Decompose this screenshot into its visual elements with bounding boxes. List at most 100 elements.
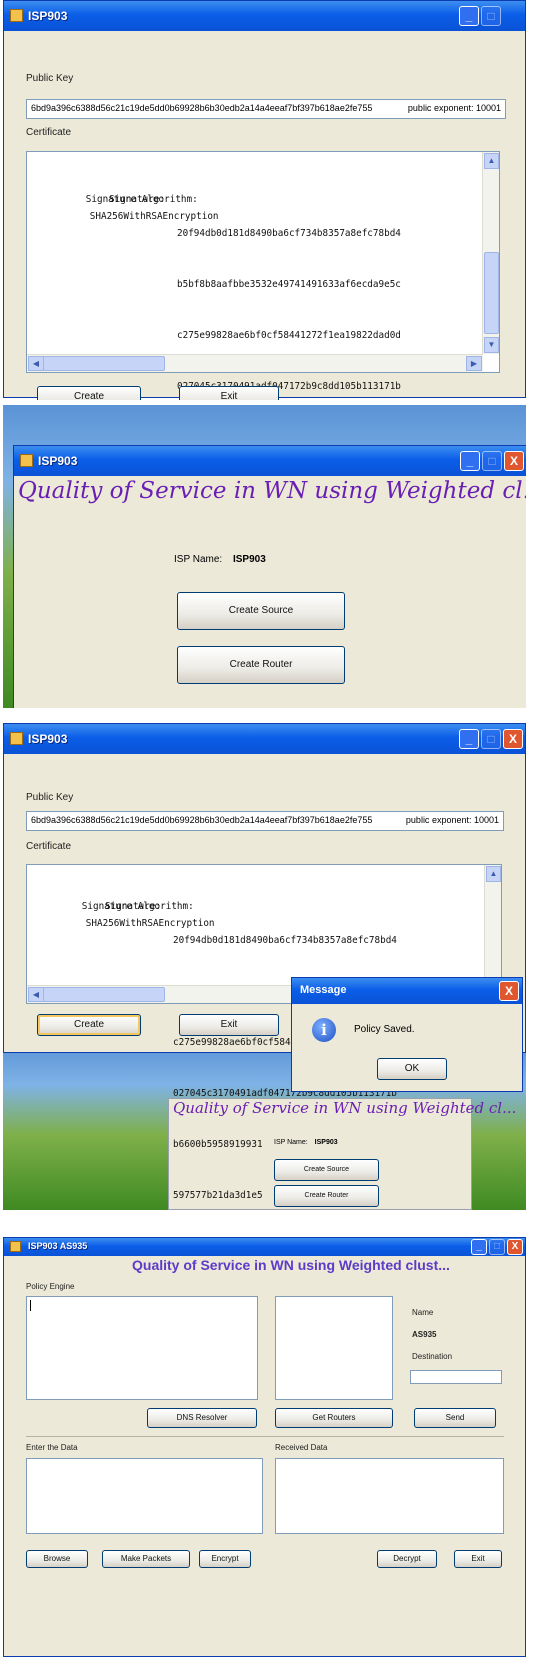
dialog-close-button[interactable]: X — [499, 981, 519, 1001]
scroll-left-arrow-icon[interactable]: ◀ — [28, 356, 44, 371]
encrypt-button[interactable]: Encrypt — [199, 1550, 251, 1568]
signature-line: 20f94db0d181d8490ba6cf734b8357a8efc78bd4 — [177, 228, 401, 239]
info-icon: i — [312, 1018, 336, 1042]
section-divider — [26, 1436, 504, 1437]
public-key-field[interactable]: 6bd9a396c6388d56c21c19de5dd0b69928b6b30e… — [26, 99, 506, 119]
browse-button[interactable]: Browse — [26, 1550, 88, 1568]
app-heading: Quality of Service in WN using Weighted … — [132, 1257, 450, 1273]
isp-name-row: ISP Name: ISP903 — [174, 554, 266, 565]
isp-window-panel: ISP903 _ □ X Quality of Service in WN us… — [3, 405, 526, 708]
exit-button[interactable]: Exit — [179, 1014, 279, 1036]
public-key-value: 6bd9a396c6388d56c21c19de5dd0b69928b6b30e… — [31, 103, 373, 113]
vertical-scrollbar[interactable]: ▲ ▼ — [482, 152, 499, 354]
maximize-button[interactable]: □ — [489, 1239, 505, 1255]
make-packets-button[interactable]: Make Packets — [102, 1550, 190, 1568]
destination-label: Destination — [412, 1352, 453, 1361]
dialog-title-bar: Message X — [292, 978, 522, 1004]
dns-resolver-button[interactable]: DNS Resolver — [147, 1408, 257, 1428]
name-label: Name — [412, 1308, 434, 1317]
scroll-down-arrow-icon[interactable]: ▼ — [484, 337, 499, 353]
title-bar: ISP903 _ □ X — [14, 446, 526, 476]
vertical-scrollbar[interactable]: ▲ — [484, 865, 501, 985]
exit-button[interactable]: Exit — [179, 386, 279, 400]
create-router-button[interactable]: Create Router — [177, 646, 345, 684]
public-key-label: Public Key — [26, 792, 74, 803]
signature-label: Signature: — [105, 901, 161, 912]
policy-engine-label: Policy Engine — [26, 1282, 75, 1291]
public-key-value: 6bd9a396c6388d56c21c19de5dd0b69928b6b30e… — [31, 815, 373, 825]
java-app-icon — [10, 1241, 21, 1252]
message-dialog: Message X i Policy Saved. OK — [291, 977, 523, 1092]
public-exponent-text: public exponent: 10001 — [401, 103, 501, 113]
certificate-label: Certificate — [26, 841, 72, 852]
send-button[interactable]: Send — [414, 1408, 496, 1428]
certificate-label: Certificate — [26, 127, 72, 138]
certificate-window-panel: ISP903 _ □ Public Key 6bd9a396c6388d56c2… — [3, 0, 526, 400]
signature-line: 597577b21da3d1e5 — [173, 1190, 263, 1201]
policy-saved-panel: Quality of Service in WN using Weighted … — [3, 723, 526, 1210]
minimize-button[interactable]: _ — [471, 1239, 487, 1255]
scroll-up-arrow-icon[interactable]: ▲ — [484, 153, 499, 169]
maximize-button[interactable]: □ — [481, 6, 501, 26]
create-button[interactable]: Create — [37, 386, 141, 400]
window-title: ISP903 AS935 — [28, 1241, 88, 1251]
horizontal-scroll-thumb[interactable] — [43, 356, 165, 371]
create-button[interactable]: Create — [37, 1014, 141, 1036]
dialog-title: Message — [300, 984, 347, 996]
enter-data-text-area[interactable] — [26, 1458, 263, 1534]
title-bar: ISP903 _ □ — [4, 1, 525, 31]
window-title: ISP903 — [28, 9, 68, 23]
horizontal-scrollbar[interactable]: ◀ ▶ — [27, 354, 483, 372]
isp-name-value: ISP903 — [232, 554, 266, 565]
maximize-button[interactable]: □ — [481, 729, 501, 749]
text-cursor — [30, 1300, 31, 1311]
scroll-right-arrow-icon[interactable]: ▶ — [466, 356, 482, 371]
close-button[interactable]: X — [503, 729, 523, 749]
router-window-panel: ISP903 AS935 _ □ X Quality of Service in… — [3, 1237, 526, 1657]
minimize-button[interactable]: _ — [460, 451, 480, 471]
received-data-text-area[interactable] — [275, 1458, 504, 1534]
public-key-label: Public Key — [26, 73, 74, 84]
java-app-icon — [10, 732, 23, 745]
ok-button[interactable]: OK — [377, 1058, 447, 1080]
maximize-button[interactable]: □ — [482, 451, 502, 471]
title-bar: ISP903 _ □ X — [4, 724, 525, 754]
destination-input[interactable] — [410, 1370, 502, 1384]
certificate-window: ISP903 _ □ Public Key 6bd9a396c6388d56c2… — [3, 0, 526, 400]
close-button[interactable]: X — [504, 451, 524, 471]
public-key-field[interactable]: 6bd9a396c6388d56c21c19de5dd0b69928b6b30e… — [26, 811, 504, 831]
window-title: ISP903 — [38, 454, 78, 468]
public-exponent-text: public exponent: 10001 — [399, 815, 499, 825]
decrypt-button[interactable]: Decrypt — [377, 1550, 437, 1568]
app-heading: Quality of Service in WN using Weighted … — [18, 478, 526, 504]
scroll-up-arrow-icon[interactable]: ▲ — [486, 866, 501, 882]
minimize-button[interactable]: _ — [459, 6, 479, 26]
window-title: ISP903 — [28, 732, 68, 746]
get-routers-button[interactable]: Get Routers — [275, 1408, 393, 1428]
close-button[interactable]: X — [507, 1239, 523, 1255]
java-app-icon — [20, 454, 33, 467]
dialog-message: Policy Saved. — [354, 1024, 415, 1035]
exit-button[interactable]: Exit — [454, 1550, 502, 1568]
signature-line: b6600b5958919931 — [173, 1139, 263, 1150]
signature-label: Signature: — [109, 194, 165, 205]
horizontal-scroll-thumb[interactable] — [43, 987, 165, 1002]
isp-name-label: ISP Name: — [174, 554, 223, 565]
signature-line: b5bf8b8aafbbe3532e49741491633af6ecda9e5c — [177, 279, 401, 290]
vertical-scroll-thumb[interactable] — [484, 252, 499, 334]
name-value: AS935 — [412, 1330, 437, 1339]
policy-engine-text-area[interactable] — [26, 1296, 258, 1400]
certificate-text-area[interactable]: Signature Algorithm: SHA256WithRSAEncryp… — [26, 151, 500, 392]
enter-data-label: Enter the Data — [26, 1443, 78, 1452]
scroll-left-arrow-icon[interactable]: ◀ — [28, 987, 44, 1002]
isp-window: ISP903 _ □ X Quality of Service in WN us… — [13, 445, 526, 708]
received-data-label: Received Data — [275, 1443, 328, 1452]
signature-line: 20f94db0d181d8490ba6cf734b8357a8efc78bd4 — [173, 935, 397, 946]
minimize-button[interactable]: _ — [459, 729, 479, 749]
java-app-icon — [10, 9, 23, 22]
signature-line: c275e99828ae6bf0cf58441272f1ea19822dad0d — [177, 330, 401, 341]
create-source-button[interactable]: Create Source — [177, 592, 345, 630]
title-bar: ISP903 AS935 _ □ X — [4, 1238, 525, 1256]
router-window: ISP903 AS935 _ □ X Quality of Service in… — [3, 1237, 526, 1657]
router-list[interactable] — [275, 1296, 393, 1400]
